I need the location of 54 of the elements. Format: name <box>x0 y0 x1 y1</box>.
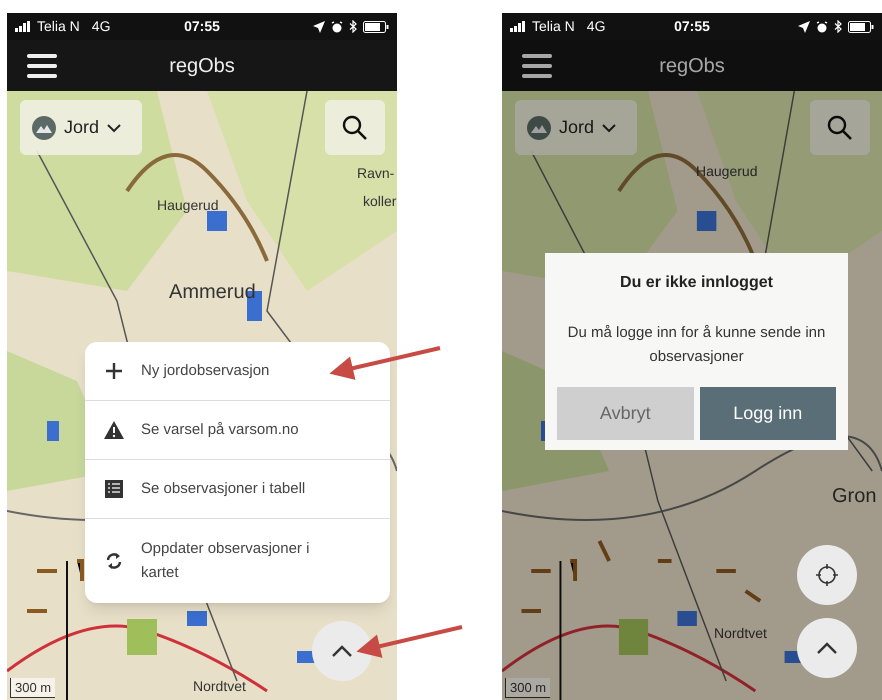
bluetooth-icon <box>349 20 357 33</box>
menu-icon[interactable] <box>27 52 57 78</box>
app-title: regObs <box>659 54 725 78</box>
menu-item[interactable]: Ny jordobservasjon <box>85 342 390 401</box>
mountain-icon <box>32 116 56 140</box>
status-time: 07:55 <box>184 17 220 36</box>
map-label: Haugerud <box>696 162 758 181</box>
location-arrow-icon <box>313 20 325 32</box>
signal-icon <box>15 21 33 32</box>
chevron-down-icon <box>107 122 122 132</box>
chevron-up-icon <box>331 645 353 657</box>
cancel-button[interactable]: Avbryt <box>557 387 694 440</box>
dialog-message: Du må logge inn for å kunne sende inn observasjoner <box>566 323 826 367</box>
warning-icon <box>103 420 125 440</box>
menu-item[interactable]: Se varsel på varsom.no <box>85 401 390 460</box>
map-label: Ravn- <box>357 164 394 183</box>
search-icon <box>827 114 853 140</box>
search-icon <box>342 114 368 140</box>
layer-selector[interactable]: Jord <box>515 100 637 155</box>
network-text: 4G <box>586 17 606 36</box>
app-title: regObs <box>169 54 235 78</box>
map-label: Gron <box>832 484 876 509</box>
refresh-icon <box>105 551 123 571</box>
menu-item[interactable]: Oppdater observasjoner i kartet <box>85 519 390 603</box>
network-text: 4G <box>92 17 110 36</box>
map-label: Nordtvet <box>193 677 246 696</box>
crosshair-icon <box>816 564 838 586</box>
search-button[interactable] <box>810 100 870 155</box>
chevron-down-icon <box>602 122 616 132</box>
alarm-icon <box>331 20 343 32</box>
location-arrow-icon <box>798 20 810 32</box>
battery-icon <box>848 20 874 32</box>
login-button[interactable]: Logg inn <box>700 387 836 440</box>
carrier-text: Telia N <box>37 17 80 36</box>
map-label: koller <box>363 192 396 211</box>
search-button[interactable] <box>325 100 385 155</box>
dialog-title: Du er ikke innlogget <box>620 273 773 293</box>
battery-icon <box>363 20 389 32</box>
chevron-up-icon <box>816 642 838 654</box>
menu-item[interactable]: Se observasjoner i tabell <box>85 460 390 519</box>
menu-icon[interactable] <box>522 52 552 78</box>
signal-icon <box>510 21 528 32</box>
layer-selector[interactable]: Jord <box>20 100 142 155</box>
bluetooth-icon <box>834 20 842 33</box>
plus-icon <box>104 361 124 381</box>
map-label: Nordtvet <box>714 624 767 643</box>
alarm-icon <box>816 20 828 32</box>
status-time: 07:55 <box>674 17 710 36</box>
scale-bar: 300 m <box>10 678 56 698</box>
mountain-icon <box>527 116 551 140</box>
map-label: Haugerud <box>157 196 218 215</box>
list-icon <box>104 479 124 499</box>
carrier-text: Telia N <box>532 17 575 36</box>
map-label: Ammerud <box>169 280 256 305</box>
